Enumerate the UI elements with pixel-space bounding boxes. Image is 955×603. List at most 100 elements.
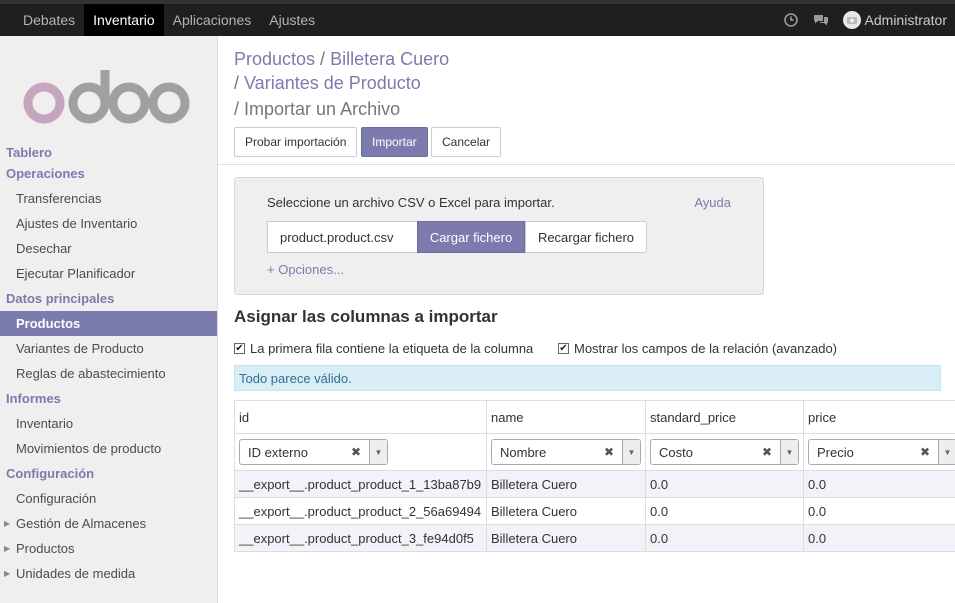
menu-debates[interactable]: Debates xyxy=(14,4,84,36)
options-toggle[interactable]: + Opciones... xyxy=(267,262,344,277)
sidebar-item-gestion-almacenes[interactable]: ▶ Gestión de Almacenes xyxy=(0,511,217,536)
table-cell: Billetera Cuero xyxy=(486,524,646,552)
field-select-cell: ID externo ✖ ▼ xyxy=(234,433,487,471)
table-cell: __export__.product_product_3_fe94d0f5 xyxy=(234,524,487,552)
menu-aplicaciones[interactable]: Aplicaciones xyxy=(164,4,261,36)
systray: Administrator xyxy=(783,4,955,36)
sidebar-item-transferencias[interactable]: Transferencias xyxy=(0,186,217,211)
load-file-button[interactable]: Cargar fichero xyxy=(417,221,525,253)
import-preview-table: id name standard_price price ID externo ✖… xyxy=(234,400,955,552)
main-content: Productos / Billetera Cuero / Variantes … xyxy=(218,36,955,603)
table-cell: Billetera Cuero xyxy=(486,497,646,525)
user-name: Administrator xyxy=(864,12,947,28)
show-relations-option[interactable]: ✔ Mostrar los campos de la relación (ava… xyxy=(558,341,837,356)
column-header: id xyxy=(234,400,487,434)
breadcrumb-variantes[interactable]: Variantes de Producto xyxy=(244,73,421,93)
cancel-button[interactable]: Cancelar xyxy=(431,127,502,157)
menu-ajustes[interactable]: Ajustes xyxy=(260,4,324,36)
clear-icon[interactable]: ✖ xyxy=(762,445,772,459)
sidebar-item-variantes[interactable]: Variantes de Producto xyxy=(0,336,217,361)
control-panel: Productos / Billetera Cuero / Variantes … xyxy=(218,36,955,165)
breadcrumb-line-2: / Variantes de Producto xyxy=(234,73,421,94)
validation-message: Todo parece válido. xyxy=(234,365,941,391)
chat-icon[interactable] xyxy=(813,12,829,28)
show-relations-label: Mostrar los campos de la relación (avanz… xyxy=(574,341,838,356)
sidebar-item-configuracion[interactable]: Configuración xyxy=(0,486,217,511)
odoo-logo xyxy=(23,70,190,124)
sidebar-section-informes: Informes xyxy=(6,391,61,406)
field-select-id[interactable]: ID externo ✖ ▼ xyxy=(239,439,388,465)
field-select-name[interactable]: Nombre ✖ ▼ xyxy=(491,439,641,465)
table-row: __export__.product_product_1_13ba87b9 Bi… xyxy=(234,470,955,498)
file-name-field[interactable]: product.product.csv xyxy=(267,221,418,253)
breadcrumb-billetera[interactable]: Billetera Cuero xyxy=(330,49,449,69)
dropdown-arrow-icon[interactable]: ▼ xyxy=(780,440,798,464)
checkbox-checked-icon[interactable]: ✔ xyxy=(558,343,569,354)
table-row: __export__.product_product_3_fe94d0f5 Bi… xyxy=(234,524,955,552)
table-cell: Billetera Cuero xyxy=(486,470,646,498)
breadcrumb-current: Importar un Archivo xyxy=(244,99,401,119)
sidebar-item-productos[interactable]: Productos xyxy=(0,311,217,336)
breadcrumb-separator: / xyxy=(234,99,245,119)
menu-inventario[interactable]: Inventario xyxy=(84,4,164,36)
table-cell: 0.0 xyxy=(645,497,804,525)
field-select-price[interactable]: Precio ✖ ▼ xyxy=(808,439,955,465)
expand-caret-icon: ▶ xyxy=(4,544,11,553)
sidebar-item-movimientos[interactable]: Movimientos de producto xyxy=(0,436,217,461)
table-header-row: id name standard_price price xyxy=(234,400,955,434)
field-select-standard-price[interactable]: Costo ✖ ▼ xyxy=(650,439,799,465)
sidebar-item-label: Unidades de medida xyxy=(16,566,136,581)
field-select-value: ID externo xyxy=(248,444,308,460)
file-import-panel: Seleccione un archivo CSV o Excel para i… xyxy=(234,177,764,295)
expand-caret-icon: ▶ xyxy=(4,569,11,578)
sidebar-section-tablero[interactable]: Tablero xyxy=(0,144,217,161)
dropdown-arrow-icon[interactable]: ▼ xyxy=(622,440,640,464)
sidebar-item-ejecutar-planificador[interactable]: Ejecutar Planificador xyxy=(0,261,217,286)
sidebar-item-ajustes-inventario[interactable]: Ajustes de Inventario xyxy=(0,211,217,236)
sidebar-section-configuracion: Configuración xyxy=(6,466,95,481)
user-avatar-icon xyxy=(842,11,861,29)
user-menu[interactable]: Administrator xyxy=(842,11,947,29)
help-link[interactable]: Ayuda xyxy=(694,195,731,210)
file-select-label: Seleccione un archivo CSV o Excel para i… xyxy=(267,195,555,210)
sidebar-section-datos-principales: Datos principales xyxy=(6,291,115,306)
breadcrumb-productos[interactable]: Productos xyxy=(234,49,315,69)
first-row-header-option[interactable]: ✔ La primera fila contiene la etiqueta d… xyxy=(234,341,533,356)
clear-icon[interactable]: ✖ xyxy=(351,445,361,459)
sidebar-item-label: Productos xyxy=(16,541,75,556)
breadcrumb-separator: / xyxy=(234,73,245,93)
column-header: standard_price xyxy=(645,400,804,434)
clear-icon[interactable]: ✖ xyxy=(920,445,930,459)
field-select-value: Precio xyxy=(817,444,854,460)
checkbox-checked-icon[interactable]: ✔ xyxy=(234,343,245,354)
test-import-button[interactable]: Probar importación xyxy=(234,127,358,157)
import-button[interactable]: Importar xyxy=(361,127,428,157)
table-cell: 0.0 xyxy=(645,470,804,498)
sidebar: Tablero Operaciones Transferencias Ajust… xyxy=(0,36,218,603)
sidebar-nav: Tablero Operaciones Transferencias Ajust… xyxy=(0,144,217,586)
column-header: price xyxy=(803,400,955,434)
top-navbar: Debates Inventario Aplicaciones Ajustes … xyxy=(0,0,955,36)
field-select-value: Nombre xyxy=(500,444,547,460)
table-cell: 0.0 xyxy=(803,524,955,552)
reload-file-button[interactable]: Recargar fichero xyxy=(525,221,647,253)
clock-icon[interactable] xyxy=(783,12,799,28)
clear-icon[interactable]: ✖ xyxy=(604,445,614,459)
expand-caret-icon: ▶ xyxy=(4,519,11,528)
field-select-cell: Costo ✖ ▼ xyxy=(645,433,804,471)
table-cell: 0.0 xyxy=(803,470,955,498)
mapping-title: Asignar las columnas a importar xyxy=(234,307,498,326)
sidebar-item-unidades[interactable]: ▶ Unidades de medida xyxy=(0,561,217,586)
app-menu: Debates Inventario Aplicaciones Ajustes xyxy=(0,4,324,36)
table-row: __export__.product_product_2_56a69494 Bi… xyxy=(234,497,955,525)
sidebar-section-operaciones: Operaciones xyxy=(6,166,85,181)
field-select-cell: Precio ✖ ▼ xyxy=(803,433,955,471)
field-select-value: Costo xyxy=(659,444,693,460)
sidebar-item-reglas[interactable]: Reglas de abastecimiento xyxy=(0,361,217,386)
dropdown-arrow-icon[interactable]: ▼ xyxy=(369,440,387,464)
dropdown-arrow-icon[interactable]: ▼ xyxy=(938,440,955,464)
sidebar-item-config-productos[interactable]: ▶ Productos xyxy=(0,536,217,561)
sidebar-item-inventario[interactable]: Inventario xyxy=(0,411,217,436)
first-row-header-label: La primera fila contiene la etiqueta de … xyxy=(250,341,534,356)
sidebar-item-desechar[interactable]: Desechar xyxy=(0,236,217,261)
